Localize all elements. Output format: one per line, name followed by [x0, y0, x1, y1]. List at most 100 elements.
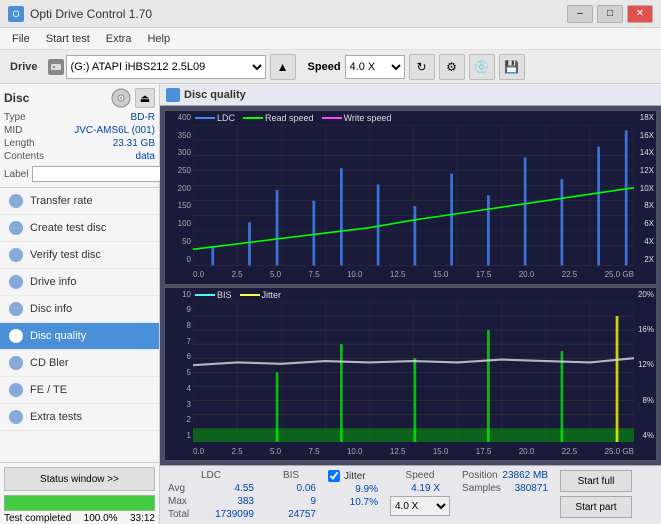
disc-cd-icon	[111, 88, 131, 108]
sidebar-item-drive-info[interactable]: Drive info	[0, 269, 159, 296]
stats-ldc: LDC Avg 4.55 Max 383 Total 1739099	[168, 470, 254, 520]
ldc-legend-read-label: Read speed	[265, 113, 314, 123]
stats-bis-max: 9	[266, 496, 316, 507]
stats-bis-total: 24757	[266, 509, 316, 520]
stats-samples-value: 380871	[498, 483, 548, 494]
titlebar: O Opti Drive Control 1.70 – □ ✕	[0, 0, 661, 28]
nav-label-transfer-rate: Transfer rate	[30, 195, 93, 207]
menu-file[interactable]: File	[4, 31, 38, 47]
sidebar-item-transfer-rate[interactable]: Transfer rate	[0, 188, 159, 215]
minimize-button[interactable]: –	[567, 5, 593, 23]
close-button[interactable]: ✕	[627, 5, 653, 23]
nav-label-disc-quality: Disc quality	[30, 330, 86, 342]
stats-ldc-total: 1739099	[204, 509, 254, 520]
progress-bar-container	[4, 495, 155, 511]
test-complete-label: Test completed	[4, 513, 71, 524]
sidebar: Disc ⏏ Type BD-R MID JVC-AMS6L (001)	[0, 84, 160, 524]
toolbar: Drive (G:) ATAPI iHBS212 2.5L09 ▲ Speed …	[0, 50, 661, 84]
status-window-btn[interactable]: Status window >>	[4, 467, 155, 491]
bis-chart: BIS Jitter 10 9 8 7 6 5 4 3	[164, 287, 657, 462]
chart2-plot	[193, 302, 634, 443]
menu-help[interactable]: Help	[139, 31, 178, 47]
chart1-plot	[193, 125, 634, 266]
drive-icon	[48, 59, 64, 75]
media-button[interactable]: 💿	[469, 54, 495, 80]
drive-select[interactable]: (G:) ATAPI iHBS212 2.5L09	[66, 55, 266, 79]
app-icon-letter: O	[12, 9, 19, 19]
disc-panel: Disc ⏏ Type BD-R MID JVC-AMS6L (001)	[0, 84, 159, 188]
bis-legend-bis-label: BIS	[217, 290, 232, 300]
jitter-checkbox[interactable]	[328, 470, 340, 482]
charts-area: LDC Read speed Write speed 400 350 300	[160, 106, 661, 465]
stats-ldc-avg: 4.55	[204, 483, 254, 494]
stats-panel: LDC Avg 4.55 Max 383 Total 1739099 BIS	[160, 465, 661, 524]
ldc-legend-read: Read speed	[243, 113, 314, 123]
stats-avg-label: Avg	[168, 483, 200, 494]
length-value: 23.31 GB	[113, 138, 155, 149]
stats-speed-select[interactable]: 4.0 X	[390, 496, 450, 516]
save-button[interactable]: 💾	[499, 54, 525, 80]
sidebar-item-extra-tests[interactable]: Extra tests	[0, 404, 159, 431]
chart2-x-axis: 0.0 2.5 5.0 7.5 10.0 12.5 15.0 17.5 20.0…	[193, 442, 634, 460]
mid-label: MID	[4, 125, 22, 136]
stats-ldc-header: LDC	[168, 470, 254, 481]
stats-jitter-max: 10.7%	[328, 497, 378, 508]
sidebar-item-disc-info[interactable]: Disc info	[0, 296, 159, 323]
stats-jitter-avg: 9.9%	[328, 484, 378, 495]
stats-jitter: Jitter 9.9% 10.7%	[328, 470, 378, 508]
window-controls: – □ ✕	[567, 5, 653, 23]
chart2-y-right: 20% 16% 12% 8% 4%	[634, 288, 656, 443]
stats-samples-label: Samples	[462, 483, 494, 494]
chart1-y-right: 18X 16X 14X 12X 10X 8X 6X 4X 2X	[634, 111, 656, 266]
stats-speed-header: Speed	[390, 470, 450, 481]
ldc-legend-write-label: Write speed	[344, 113, 392, 123]
label-input[interactable]	[32, 166, 166, 182]
stats-speed: Speed 4.19 X 4.0 X	[390, 470, 450, 516]
speed-select[interactable]: 4.0 X	[345, 55, 405, 79]
bis-legend-jitter: Jitter	[240, 290, 282, 300]
disc-eject-btn[interactable]: ⏏	[135, 88, 155, 108]
sidebar-nav: Transfer rate Create test disc Verify te…	[0, 188, 159, 462]
stats-bis-avg: 0.06	[266, 483, 316, 494]
refresh-button[interactable]: ↻	[409, 54, 435, 80]
settings-button[interactable]: ⚙	[439, 54, 465, 80]
start-full-button[interactable]: Start full	[560, 470, 632, 492]
action-buttons: Start full Start part	[560, 470, 632, 518]
speed-label: Speed	[300, 61, 341, 73]
content-area: Disc quality LDC Read speed Wr	[160, 84, 661, 524]
maximize-button[interactable]: □	[597, 5, 623, 23]
nav-label-drive-info: Drive info	[30, 276, 76, 288]
menu-start-test[interactable]: Start test	[38, 31, 98, 47]
sidebar-item-create-test-disc[interactable]: Create test disc	[0, 215, 159, 242]
elapsed-time: 33:12	[130, 513, 155, 524]
nav-label-fe-te: FE / TE	[30, 384, 67, 396]
stats-bis-header: BIS	[266, 470, 316, 481]
type-label: Type	[4, 112, 26, 123]
nav-label-create-test-disc: Create test disc	[30, 222, 106, 234]
sidebar-item-verify-test-disc[interactable]: Verify test disc	[0, 242, 159, 269]
sidebar-item-cd-bler[interactable]: CD Bler	[0, 350, 159, 377]
stats-max-label-ldc: Max	[168, 496, 200, 507]
content-title: Disc quality	[184, 89, 246, 101]
disc-panel-title: Disc	[4, 91, 29, 105]
stats-position-value: 23862 MB	[498, 470, 548, 481]
menu-extra[interactable]: Extra	[98, 31, 140, 47]
label-label: Label	[4, 169, 28, 180]
bis-legend-jitter-label: Jitter	[262, 290, 282, 300]
nav-label-cd-bler: CD Bler	[30, 357, 69, 369]
stats-position: Position 23862 MB Samples 380871	[462, 470, 548, 494]
sidebar-item-fe-te[interactable]: FE / TE	[0, 377, 159, 404]
ldc-chart: LDC Read speed Write speed 400 350 300	[164, 110, 657, 285]
sidebar-item-disc-quality[interactable]: Disc quality	[0, 323, 159, 350]
menubar: File Start test Extra Help	[0, 28, 661, 50]
start-part-button[interactable]: Start part	[560, 496, 632, 518]
length-label: Length	[4, 138, 35, 149]
type-value: BD-R	[131, 112, 155, 123]
progress-bar-fill	[5, 496, 154, 510]
bis-legend-bis: BIS	[195, 290, 232, 300]
ldc-dot	[195, 117, 215, 119]
stats-ldc-max: 383	[204, 496, 254, 507]
eject-button[interactable]: ▲	[270, 54, 296, 80]
jitter-dot	[240, 294, 260, 296]
stats-position-label: Position	[462, 470, 494, 481]
